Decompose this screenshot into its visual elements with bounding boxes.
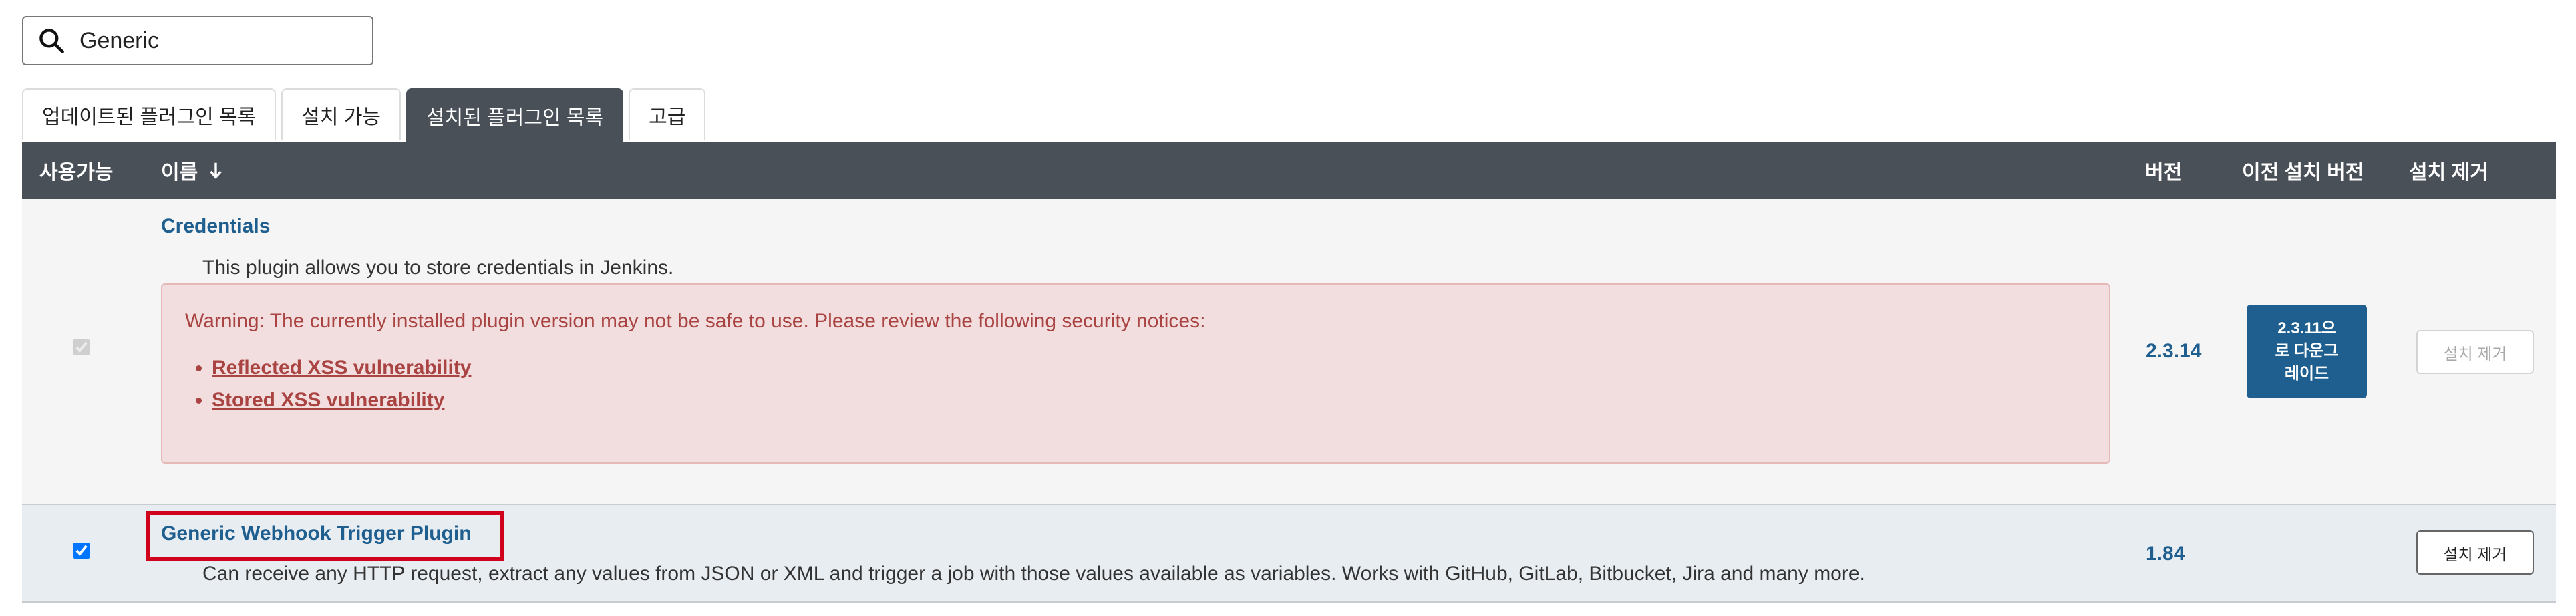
enabled-checkbox[interactable] [73,543,90,559]
search-icon [39,29,64,53]
security-notice-item: Reflected XSS vulnerability [212,357,471,379]
plugin-version: 2.3.14 [2146,340,2202,362]
uninstall-button[interactable]: 설치 제거 [2416,330,2534,374]
plugin-description: This plugin allows you to store credenti… [202,257,674,279]
plugin-name-link[interactable]: Credentials [161,215,270,238]
column-header-previous-version-label: 이전 설치 버전 [2242,162,2364,184]
security-warning-text: Warning: The currently installed plugin … [185,310,1206,332]
reflected-xss-link[interactable]: Reflected XSS vulnerability [212,357,471,379]
security-warning: Warning: The currently installed plugin … [161,283,2110,464]
column-header-version-label: 버전 [2145,162,2183,184]
column-header-uninstall[interactable]: 설치 제거 [2409,142,2488,199]
tab-installed[interactable]: 설치된 플러그인 목록 [406,88,624,142]
plugin-name-link[interactable]: Generic Webhook Trigger Plugin [161,522,472,545]
plugin-version: 1.84 [2146,543,2185,565]
security-notice-item: Stored XSS vulnerability [212,389,471,412]
search-input[interactable] [78,27,361,55]
tab-updates[interactable]: 업데이트된 플러그인 목록 [22,88,277,140]
column-header-enabled-label: 사용가능 [39,162,114,184]
tab-advanced[interactable]: 고급 [629,88,706,140]
plugin-manager: 업데이트된 플러그인 목록 설치 가능 설치된 플러그인 목록 고급 사용가능 … [0,0,2576,616]
uninstall-button-label: 설치 제거 [2443,345,2507,363]
column-header-enabled[interactable]: 사용가능 [39,142,113,199]
table-header: 사용가능 이름 버전 이전 설치 버전 설치 제거 [22,142,2556,199]
column-header-name-label: 이름 [161,162,198,184]
security-notice-list: Reflected XSS vulnerability Stored XSS v… [185,357,471,421]
uninstall-button-label: 설치 제거 [2443,545,2507,564]
downgrade-button[interactable]: 2.3.11으 로 다운그 레이드 [2247,305,2367,398]
search-box[interactable] [22,16,373,65]
uninstall-button[interactable]: 설치 제거 [2416,530,2534,575]
tab-available[interactable]: 설치 가능 [281,88,401,140]
tab-bar: 업데이트된 플러그인 목록 설치 가능 설치된 플러그인 목록 고급 [22,88,711,142]
plugin-description: Can receive any HTTP request, extract an… [202,563,1865,585]
column-header-version[interactable]: 버전 [2145,142,2182,199]
table-row: Credentials This plugin allows you to st… [22,199,2556,505]
stored-xss-link[interactable]: Stored XSS vulnerability [212,389,444,411]
column-header-uninstall-label: 설치 제거 [2409,162,2488,184]
arrow-down-icon [210,162,222,179]
table-row: Generic Webhook Trigger Plugin Can recei… [22,505,2556,603]
downgrade-button-label: 2.3.11으 로 다운그 레이드 [2275,319,2339,383]
enabled-checkbox[interactable] [73,339,90,355]
column-header-previous-version[interactable]: 이전 설치 버전 [2242,142,2364,199]
column-header-name[interactable]: 이름 [161,142,224,199]
